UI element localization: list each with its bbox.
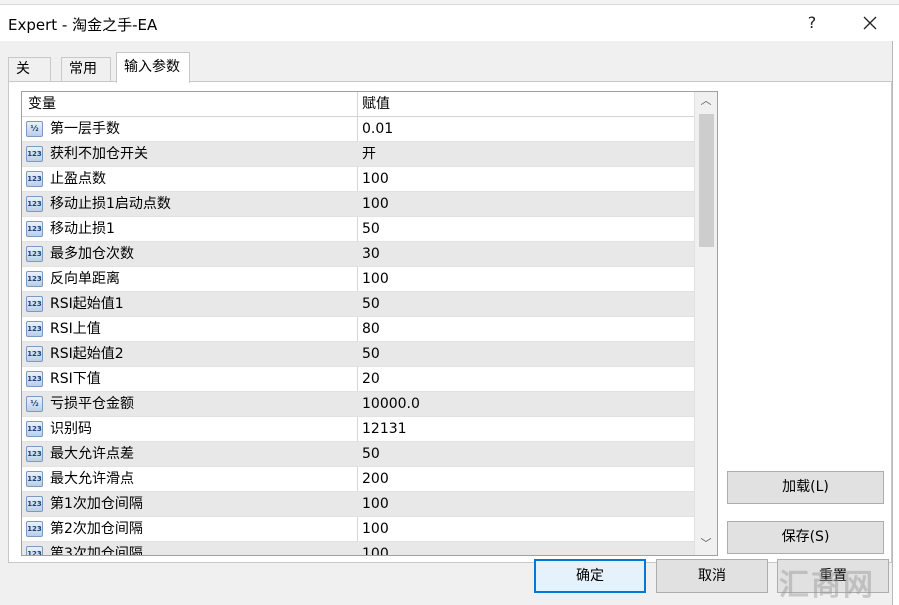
table-body: ½ 第一层手数 0.01 123 获利不加仓开关 开 123 止盈点数 100 123 移动止损1启… (22, 117, 694, 556)
integer-type-icon: 123 (26, 421, 43, 437)
vertical-scrollbar[interactable]: ︿ ﹀ (694, 92, 717, 555)
expert-dialog: Expert - 淘金之手-EA ? 关于 常用 输入参数 变量 赋值 ½ 第一层… (0, 5, 893, 605)
parameter-value[interactable]: 开 (362, 142, 376, 167)
table-row[interactable]: 123 最多加仓次数 30 (22, 242, 694, 267)
scroll-up-arrow-icon[interactable]: ︿ (695, 92, 717, 110)
inputs-panel: 变量 赋值 ½ 第一层手数 0.01 123 获利不加仓开关开 123 止盈点数 100 123… (8, 81, 892, 563)
integer-type-icon: 123 (26, 271, 43, 287)
watermark: 汇商网 (779, 568, 875, 603)
table-row[interactable]: 123 RSI起始值1 50 (22, 292, 694, 317)
parameter-name: RSI上值 (50, 321, 101, 337)
table-row[interactable]: 123 第1次加仓间隔 100 (22, 492, 694, 517)
table-row[interactable]: 123 反向单距离 100 (22, 267, 694, 292)
integer-type-icon: 123 (26, 221, 43, 237)
integer-type-icon: 123 (26, 246, 43, 262)
table-row[interactable]: 123 最大允许滑点 200 (22, 467, 694, 492)
help-button[interactable]: ? (797, 9, 827, 37)
parameter-name: 第3次加仓间隔 (50, 546, 143, 556)
integer-type-icon: 123 (26, 371, 43, 387)
parameter-value[interactable]: 100 (362, 492, 389, 517)
parameters-table: 变量 赋值 ½ 第一层手数 0.01 123 获利不加仓开关开 123 止盈点数 100 123… (21, 91, 718, 556)
integer-type-icon: 123 (26, 346, 43, 362)
column-header-variable[interactable]: 变量 (28, 92, 56, 117)
close-button[interactable] (852, 9, 888, 37)
parameter-name: 移动止损1 (50, 221, 115, 237)
table-row[interactable]: 123 识别码 12131 (22, 417, 694, 442)
parameter-value[interactable]: 0.01 (362, 117, 393, 142)
parameter-value[interactable]: 50 (362, 292, 380, 317)
integer-type-icon: 123 (26, 471, 43, 487)
integer-type-icon: 123 (26, 446, 43, 462)
parameter-value[interactable]: 100 (362, 192, 389, 217)
integer-type-icon: 123 (26, 321, 43, 337)
integer-type-icon: 123 (26, 296, 43, 312)
parameter-name: 最多加仓次数 (50, 246, 134, 262)
parameter-value[interactable]: 30 (362, 242, 380, 267)
integer-type-icon: 123 (26, 521, 43, 537)
tab-common[interactable]: 常用 (61, 57, 111, 82)
table-row[interactable]: 123 RSI下值 20 (22, 367, 694, 392)
parameter-value[interactable]: 200 (362, 467, 389, 492)
parameter-value[interactable]: 80 (362, 317, 380, 342)
parameter-name: RSI起始值1 (50, 296, 124, 312)
table-row[interactable]: 123 移动止损1 50 (22, 217, 694, 242)
tab-inputs[interactable]: 输入参数 (116, 52, 190, 83)
tab-about[interactable]: 关于 (8, 57, 51, 100)
table-row[interactable]: 123 最大允许点差 50 (22, 442, 694, 467)
column-header-value[interactable]: 赋值 (362, 92, 390, 117)
table-row[interactable]: 123 RSI起始值2 50 (22, 342, 694, 367)
table-row[interactable]: ½ 亏损平仓金额 10000.0 (22, 392, 694, 417)
parameter-name: 第2次加仓间隔 (50, 521, 143, 537)
table-header: 变量 赋值 (22, 92, 694, 117)
parameter-value[interactable]: 100 (362, 542, 389, 555)
parameter-value[interactable]: 50 (362, 342, 380, 367)
load-button[interactable]: 加载(L) (727, 471, 884, 504)
parameter-value[interactable]: 20 (362, 367, 380, 392)
window-title: Expert - 淘金之手-EA (8, 16, 158, 34)
table-row[interactable]: ½ 第一层手数 0.01 (22, 117, 694, 142)
parameter-value[interactable]: 50 (362, 217, 380, 242)
parameter-name: 最大允许点差 (50, 446, 134, 462)
save-button[interactable]: 保存(S) (727, 521, 884, 554)
table-row[interactable]: 123 第3次加仓间隔 100 (22, 542, 694, 556)
parameter-name: RSI起始值2 (50, 346, 124, 362)
parameter-value[interactable]: 12131 (362, 417, 407, 442)
integer-type-icon: 123 (26, 496, 43, 512)
integer-type-icon: 123 (26, 196, 43, 212)
close-icon (863, 16, 877, 30)
parameter-value[interactable]: 50 (362, 442, 380, 467)
table-row[interactable]: 123 移动止损1启动点数 100 (22, 192, 694, 217)
table-row[interactable]: 123 第2次加仓间隔 100 (22, 517, 694, 542)
parameter-name: 获利不加仓开关 (50, 146, 148, 162)
parameter-value[interactable]: 100 (362, 167, 389, 192)
ok-button[interactable]: 确定 (534, 559, 646, 593)
double-type-icon: ½ (26, 396, 43, 412)
parameter-value[interactable]: 10000.0 (362, 392, 420, 417)
table-row[interactable]: 123 止盈点数 100 (22, 167, 694, 192)
parameter-value[interactable]: 100 (362, 517, 389, 542)
parameter-value[interactable]: 100 (362, 267, 389, 292)
integer-type-icon: 123 (26, 146, 43, 162)
integer-type-icon: 123 (26, 171, 43, 187)
parameter-name: 止盈点数 (50, 171, 106, 187)
cancel-button[interactable]: 取消 (656, 559, 768, 593)
double-type-icon: ½ (26, 121, 43, 137)
parameter-name: 亏损平仓金额 (50, 396, 134, 412)
parameter-name: RSI下值 (50, 371, 101, 387)
table-row[interactable]: 123 获利不加仓开关 开 (22, 142, 694, 167)
parameter-name: 移动止损1启动点数 (50, 196, 171, 212)
table-row[interactable]: 123 RSI上值 80 (22, 317, 694, 342)
scrollbar-thumb[interactable] (699, 114, 714, 247)
parameter-name: 第1次加仓间隔 (50, 496, 143, 512)
parameter-name: 识别码 (50, 421, 92, 437)
parameter-name: 反向单距离 (50, 271, 120, 287)
integer-type-icon: 123 (26, 546, 43, 555)
parameter-name: 第一层手数 (50, 121, 120, 137)
parameter-name: 最大允许滑点 (50, 471, 134, 487)
scroll-down-arrow-icon[interactable]: ﹀ (695, 535, 717, 553)
title-bar: Expert - 淘金之手-EA ? (0, 5, 893, 41)
